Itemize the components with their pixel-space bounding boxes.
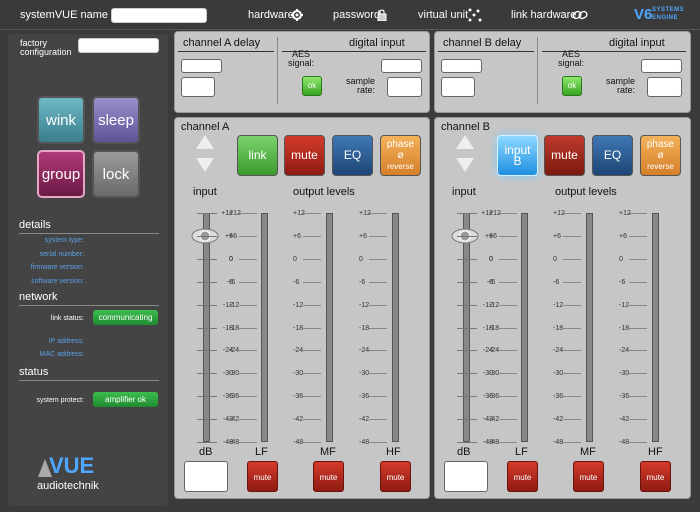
firmware-version-label: firmware version: [30,264,84,271]
details-title: details [19,219,159,234]
input-b-letter: B [513,153,522,168]
channel-b-input-label: input [452,186,476,198]
channel-a-mf-label: MF [320,446,336,458]
channel-b-up-arrow-icon[interactable] [456,135,474,149]
channel-b-lf-label: LF [515,446,528,458]
system-protect-badge: amplifier ok [93,392,158,407]
digital-input-field-b[interactable] [641,59,682,73]
logo-sub1-text: SYSTEMS [652,7,685,13]
channel-a-title: channel A [181,121,230,133]
channel-b-digital-title: digital input [609,37,665,49]
channel-a-digital-title: digital input [349,37,405,49]
system-type-label: system type: [44,237,84,244]
lock-icon[interactable] [377,9,387,21]
channel-b-delay-unit-input[interactable] [441,77,475,97]
app-window: systemVUE name hardware password virtual… [0,0,700,512]
channel-a-phase-reverse-button[interactable]: phase ø reverse [380,135,421,176]
channel-a-mute-button[interactable]: mute [284,135,325,176]
channel-b-output-levels-label: output levels [555,186,617,198]
system-name-input[interactable] [111,8,207,23]
system-protect-label: system protect: [36,397,84,404]
channel-b-mf-mute-button[interactable]: mute [573,461,604,492]
sample-rate-field-a[interactable] [387,77,422,97]
software-version-label: software version: [31,278,84,285]
link-status-label: link status: [50,315,84,322]
channel-a-lf-mute-button[interactable]: mute [247,461,278,492]
channel-b-phase-reverse-button[interactable]: phase ø reverse [640,135,681,176]
serial-number-label: serial number: [39,251,84,258]
divider [438,51,534,52]
phase-symbol: ø [657,150,664,161]
factory-label-2: configuration [20,47,72,57]
brand-main-text: VUE [49,453,95,478]
factory-configuration-input[interactable] [78,38,159,53]
sample-rate-field-b[interactable] [647,77,682,97]
channel-b-delay-title: channel B delay [443,37,522,49]
aes-label-a-2: signal: [287,58,314,68]
sample-label-a-2: rate: [356,85,375,95]
phase-text: phase [646,139,675,150]
channel-a-delay-input[interactable] [181,59,222,73]
reverse-text: reverse [387,162,414,171]
gear-icon[interactable] [291,9,303,21]
channel-b-hf-mute-button[interactable]: mute [640,461,671,492]
link-button[interactable]: link [237,135,278,176]
divider [537,37,538,104]
channel-b-lf-mute-button[interactable]: mute [507,461,538,492]
channel-a-lf-label: LF [255,446,268,458]
channel-a-db-label: dB [199,446,213,458]
dots-grid-icon[interactable] [467,7,483,23]
sleep-button[interactable]: sleep [92,96,140,144]
logo-main-text: V6 [634,6,653,23]
lock-button[interactable]: lock [92,150,140,198]
channel-a-down-arrow-icon[interactable] [196,158,214,172]
wink-button[interactable]: wink [37,96,85,144]
phase-text: phase [386,139,415,150]
phase-symbol: ø [397,150,404,161]
ip-address-label: IP address: [48,338,84,345]
channel-a-db-input[interactable] [184,461,228,492]
chain-link-icon[interactable] [572,9,588,21]
aes-label-b-2: signal: [557,58,584,68]
channel-a-hf-label: HF [386,446,401,458]
channel-a-input-label: input [193,186,217,198]
aes-ok-indicator-b: ok [562,76,582,96]
logo-sub2-text: ENGINE [652,15,679,21]
channel-a-eq-button[interactable]: EQ [332,135,373,176]
divider [277,37,278,104]
hardware-label[interactable]: hardware [248,0,294,30]
network-title: network [19,291,159,306]
virtual-unit-label[interactable]: virtual unit [418,0,468,30]
channel-a-up-arrow-icon[interactable] [196,135,214,149]
input-b-button[interactable]: input B [497,135,538,176]
channel-b-eq-button[interactable]: EQ [592,135,633,176]
channel-b-mf-label: MF [580,446,596,458]
mac-address-label: MAC address: [39,351,84,358]
brand-sub-text: audiotechnik [37,480,99,492]
channel-a-delay-title: channel A delay [183,37,261,49]
divider [178,51,274,52]
status-title: status [19,366,159,381]
channel-a-output-levels-label: output levels [293,186,355,198]
system-name-label: systemVUE name [20,9,109,21]
channel-b-delay-input[interactable] [441,59,482,73]
link-hardware-label[interactable]: link hardware [511,0,576,30]
sample-label-b-2: rate: [616,85,635,95]
group-button[interactable]: group [37,150,85,198]
v6-logo: V6 SYSTEMS ENGINE [634,5,688,25]
channel-a-delay-unit-input[interactable] [181,77,215,97]
channel-b-down-arrow-icon[interactable] [456,158,474,172]
channel-b-db-label: dB [457,446,471,458]
channel-b-title: channel B [441,121,490,133]
channel-b-hf-label: HF [648,446,663,458]
password-label[interactable]: password [333,0,380,30]
channel-a-hf-mute-button[interactable]: mute [380,461,411,492]
channel-b-db-input[interactable] [444,461,488,492]
channel-a-mf-mute-button[interactable]: mute [313,461,344,492]
link-status-badge: communicating [93,310,158,325]
reverse-text: reverse [647,162,674,171]
aes-ok-indicator-a: ok [302,76,322,96]
channel-b-mute-button[interactable]: mute [544,135,585,176]
digital-input-field-a[interactable] [381,59,422,73]
